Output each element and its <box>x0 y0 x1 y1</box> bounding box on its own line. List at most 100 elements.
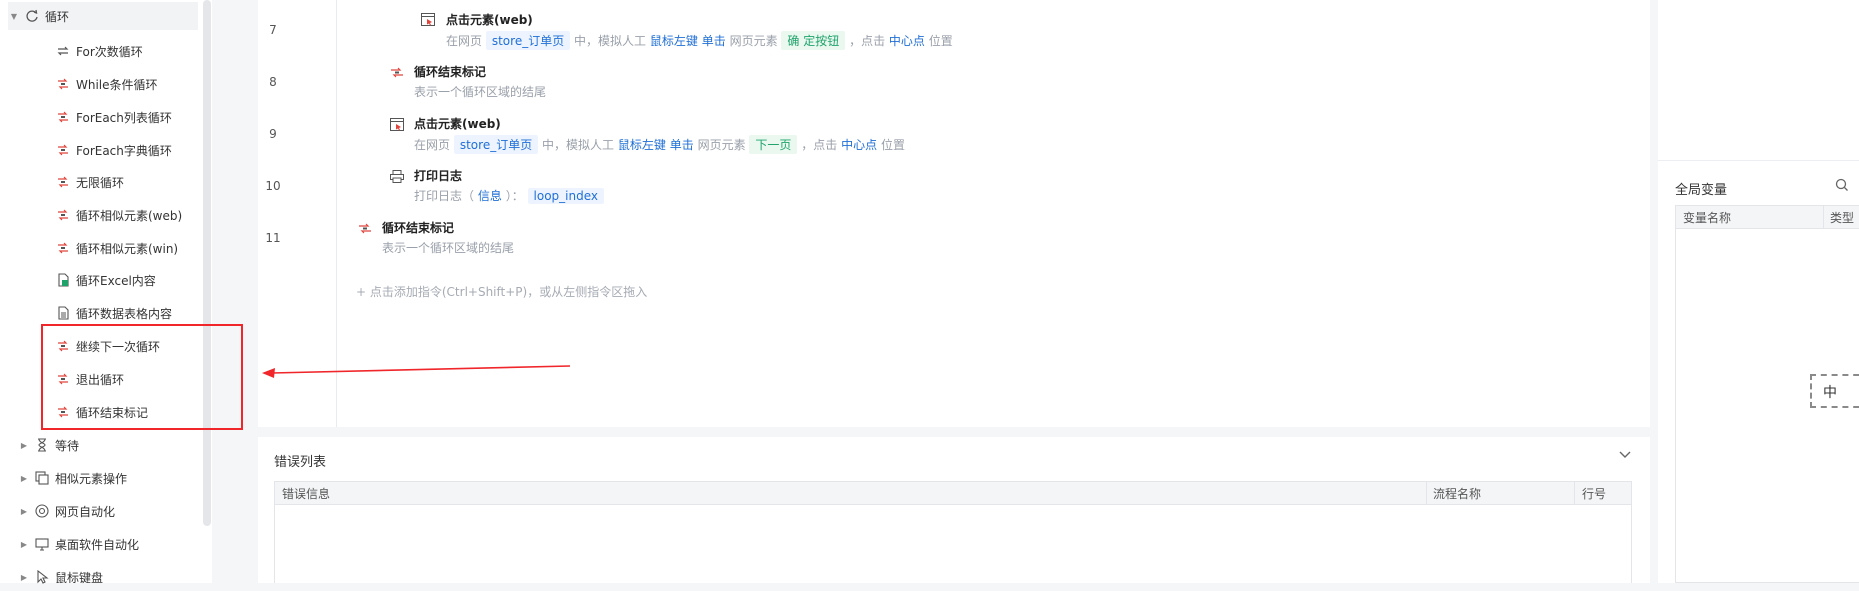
tree-group-label: 等待 <box>55 438 80 453</box>
highlight-annotation-box <box>41 324 243 430</box>
line-number-gutter <box>258 0 337 427</box>
loop-icon <box>24 8 40 24</box>
command-foreach-dict[interactable]: ForEach字典循环 <box>55 136 172 164</box>
command-label: While条件循环 <box>76 77 158 92</box>
loop-command-icon <box>55 174 71 190</box>
error-table-header <box>275 482 1631 505</box>
line-number: 9 <box>269 127 277 141</box>
page-variable-chip[interactable]: store_订单页 <box>485 31 571 50</box>
global-variables-title: 全局变量 <box>1675 183 1728 198</box>
error-list-title: 错误列表 <box>274 455 327 470</box>
tree-group-web-automation[interactable]: ▶ 网页自动化 <box>18 497 115 525</box>
repeat-icon <box>55 43 71 59</box>
step-title[interactable]: 循环结束标记 <box>382 219 454 236</box>
excel-file-icon <box>55 272 71 288</box>
column-divider <box>1823 206 1824 228</box>
collapsed-arrow-icon: ▶ <box>20 440 28 450</box>
page-variable-chip[interactable]: store_订单页 <box>453 135 539 154</box>
step-description: 在网页 store_订单页 中，模拟人工 鼠标左键 单击 网页元素 下一页 ，点… <box>414 135 905 154</box>
tree-group-mouse-keyboard[interactable]: ▶ 鼠标键盘 <box>18 563 103 591</box>
tree-group-label: 桌面软件自动化 <box>55 537 140 552</box>
command-loop-similar-win[interactable]: 循环相似元素(win) <box>55 234 178 262</box>
step-description: 在网页 store_订单页 中，模拟人工 鼠标左键 单击 网页元素 确 定按钮 … <box>446 31 953 50</box>
step-description: 表示一个循环区域的结尾 <box>414 85 547 99</box>
param-click-type[interactable]: 单击 <box>702 34 726 48</box>
step-title[interactable]: 点击元素(web) <box>414 115 501 132</box>
step-title[interactable]: 点击元素(web) <box>446 11 533 28</box>
command-label: ForEach列表循环 <box>76 110 172 125</box>
expanded-arrow-icon: ▼ <box>10 11 18 21</box>
column-divider <box>1426 482 1427 504</box>
datatable-file-icon <box>55 305 71 321</box>
step-title[interactable]: 打印日志 <box>414 167 462 184</box>
loop-command-icon <box>55 142 71 158</box>
tree-group-wait[interactable]: ▶ 等待 <box>18 431 79 459</box>
command-infinite-loop[interactable]: 无限循环 <box>55 168 124 196</box>
element-chip[interactable]: 确 定按钮 <box>781 31 846 50</box>
param-click-position[interactable]: 中心点 <box>841 138 877 152</box>
command-loop-similar-web[interactable]: 循环相似元素(web) <box>55 201 182 229</box>
search-icon[interactable] <box>1835 178 1849 196</box>
column-divider <box>1574 482 1575 504</box>
step-description: 表示一个循环区域的结尾 <box>382 241 515 255</box>
click-element-icon <box>390 118 404 131</box>
variable-chip[interactable]: loop_index <box>527 188 604 204</box>
tree-group-label: 循环 <box>45 9 70 24</box>
browser-icon <box>34 503 50 519</box>
column-header-line-number[interactable]: 行号 <box>1582 485 1606 502</box>
tree-group-label: 网页自动化 <box>55 504 116 519</box>
loop-end-icon <box>391 67 403 78</box>
command-label: 循环数据表格内容 <box>76 306 173 321</box>
loop-command-icon <box>55 109 71 125</box>
click-element-icon <box>421 13 435 26</box>
command-loop-datatable[interactable]: 循环数据表格内容 <box>55 299 172 327</box>
command-foreach-list[interactable]: ForEach列表循环 <box>55 103 172 131</box>
sidebar-scrollbar[interactable] <box>203 0 211 526</box>
step-title[interactable]: 循环结束标记 <box>414 63 486 80</box>
command-label: 无限循环 <box>76 175 125 190</box>
line-number: 8 <box>269 75 277 89</box>
element-chip[interactable]: 下一页 <box>749 135 798 154</box>
loop-command-icon <box>55 207 71 223</box>
param-click-position[interactable]: 中心点 <box>889 34 925 48</box>
collapsed-arrow-icon: ▶ <box>20 572 28 582</box>
panel-divider <box>1658 160 1859 161</box>
command-label: ForEach字典循环 <box>76 143 172 158</box>
add-command-hint[interactable]: + 点击添加指令(Ctrl+Shift+P)，或从左侧指令区拖入 <box>356 283 647 300</box>
collapsed-arrow-icon: ▶ <box>20 506 28 516</box>
param-mouse-button[interactable]: 鼠标左键 <box>618 138 666 152</box>
command-label: 循环Excel内容 <box>76 273 156 288</box>
command-label: 循环相似元素(web) <box>76 208 183 223</box>
param-mouse-button[interactable]: 鼠标左键 <box>650 34 698 48</box>
tree-group-desktop-automation[interactable]: ▶ 桌面软件自动化 <box>18 530 139 558</box>
tree-group-similar-elements[interactable]: ▶ 相似元素操作 <box>18 464 127 492</box>
command-label: 循环相似元素(win) <box>76 241 179 256</box>
command-loop-excel[interactable]: 循环Excel内容 <box>55 266 156 294</box>
collapsed-arrow-icon: ▶ <box>20 539 28 549</box>
line-number: 7 <box>269 23 277 37</box>
column-header-error-info[interactable]: 错误信息 <box>282 485 330 502</box>
printer-icon <box>390 170 404 183</box>
hourglass-icon <box>34 437 50 453</box>
line-number: 10 <box>265 179 281 193</box>
command-label: For次数循环 <box>76 44 143 59</box>
param-click-type[interactable]: 单击 <box>670 138 694 152</box>
column-header-variable-name[interactable]: 变量名称 <box>1683 209 1731 226</box>
command-while-loop[interactable]: While条件循环 <box>55 70 158 98</box>
column-header-flow-name[interactable]: 流程名称 <box>1433 485 1481 502</box>
tree-group-loop[interactable]: ▼ 循环 <box>8 2 198 30</box>
copy-icon <box>34 470 50 486</box>
line-number: 11 <box>265 231 281 245</box>
loop-command-icon <box>55 76 71 92</box>
param-log-level[interactable]: 信息 <box>478 189 502 203</box>
tree-group-label: 相似元素操作 <box>55 471 128 486</box>
step-description: 打印日志（ 信息 ）： loop_index <box>414 187 604 204</box>
ime-mode-char: 中 <box>1823 385 1837 401</box>
loop-end-icon <box>359 223 371 234</box>
collapsed-arrow-icon: ▶ <box>20 473 28 483</box>
column-header-type[interactable]: 类型 <box>1830 209 1854 226</box>
command-for-loop[interactable]: For次数循环 <box>55 37 143 65</box>
collapse-chevron-icon[interactable] <box>1618 448 1632 464</box>
monitor-icon <box>34 536 50 552</box>
loop-command-icon <box>55 240 71 256</box>
